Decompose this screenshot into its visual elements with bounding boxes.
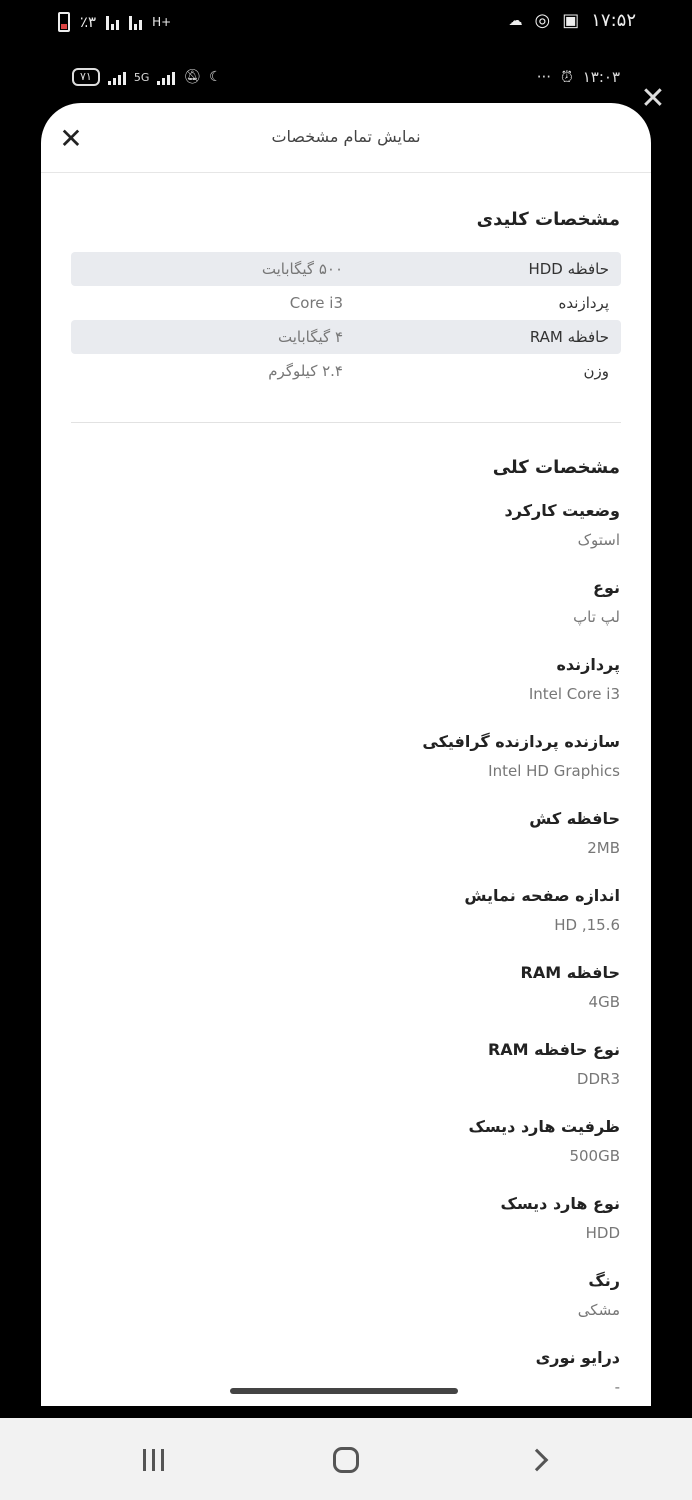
spec-item: نوع حافظه RAM DDR3 [41,1035,620,1112]
key-spec-row: حافظه HDD ۵۰۰ گیگابایت [71,252,621,286]
general-specs-title: مشخصات کلی [492,457,620,478]
spec-label: سازنده پردازنده گرافیکی [422,732,620,751]
spec-item: نوع هارد دیسک HDD [41,1189,620,1266]
spec-value: استوک [577,531,620,549]
spec-label: حافظه RAM [520,963,621,982]
spec-label: پردازنده [556,655,620,674]
inner-status-left: ۷۱ 5G 🔕︎ ☾ [72,68,222,86]
spec-label: درایو نوری [535,1348,620,1367]
spec-value: 4GB [588,993,620,1011]
inner-signal-icon-2 [157,69,176,85]
key-spec-value: ۲.۴ کیلوگرم [268,362,343,380]
gallery-icon: ▣ [562,10,580,31]
sheet-title: نمایش تمام مشخصات [271,127,421,146]
spec-label: نوع حافظه RAM [487,1040,620,1059]
spec-item: سازنده پردازنده گرافیکی Intel HD Graphic… [41,727,620,804]
spec-label: اندازه صفحه نمایش [464,886,620,905]
key-spec-label: پردازنده [558,294,609,312]
key-spec-value: ۵۰۰ گیگابایت [261,260,343,278]
key-specs-title: مشخصات کلیدی [476,209,620,230]
spec-label: ظرفیت هارد دیسک [468,1117,620,1136]
spec-value: مشکی [577,1301,620,1319]
navigation-bar [0,1418,692,1500]
sync-icon: ◎ [534,10,551,31]
close-icon[interactable]: ✕ [55,123,87,155]
alarm-icon: ⏰︎ [561,68,573,86]
specs-sheet: نمایش تمام مشخصات ✕ مشخصات کلیدی حافظه H… [41,103,651,1406]
spec-label: نوع هارد دیسک [500,1194,620,1213]
spec-item: رنگ مشکی [41,1266,620,1343]
spec-item: ظرفیت هارد دیسک 500GB [41,1112,620,1189]
cloud-icon: ☁ [508,12,523,29]
spec-label: وضعیت کارکرد [504,501,620,520]
spec-item: وضعیت کارکرد استوک [41,496,620,573]
spec-value: Intel Core i3 [528,685,620,703]
key-spec-value: ۴ گیگابایت [277,328,343,346]
spec-label: حافظه کش [529,809,620,828]
inner-battery-icon: ۷۱ [72,68,100,86]
battery-icon [58,12,70,32]
spec-item: حافظه RAM 4GB [41,958,621,1035]
mute-bell-icon: 🔕︎ [183,69,202,85]
inner-time: ۱۳:۰۳ [582,68,620,86]
signal-icon [106,14,120,30]
inner-status-right: ··· ⏰︎ ۱۳:۰۳ [537,68,620,86]
spec-item: نوع لپ تاپ [41,573,620,650]
key-spec-label: وزن [583,362,609,380]
status-right-group: ☁ ◎ ▣ ۱۷:۵۲ [509,10,636,31]
status-time: ۱۷:۵۲ [591,10,636,31]
spec-value: Intel HD Graphics [488,762,620,780]
spec-label: نوع [593,578,620,597]
spec-value: HD ,15.6 [554,916,620,934]
inner-signal-icon [107,69,126,85]
network-type: H+ [152,15,172,29]
inner-5g-label: 5G [133,70,150,84]
recent-apps-button[interactable] [133,1442,173,1478]
key-spec-row: پردازنده Core i3 [71,286,621,320]
inner-status-bar: ۷۱ 5G 🔕︎ ☾ ··· ⏰︎ ۱۳:۰۳ [0,62,692,96]
spec-value: DDR3 [576,1070,620,1088]
spec-value: 2MB [587,839,620,857]
key-spec-row: حافظه RAM ۴ گیگابایت [71,320,621,354]
spec-value: HDD [585,1224,620,1242]
moon-icon: ☾ [209,69,222,85]
back-icon [525,1448,549,1472]
more-dots: ··· [536,68,552,86]
key-spec-label: حافظه HDD [528,260,609,278]
spec-item: پردازنده Intel Core i3 [41,650,620,727]
home-button[interactable] [326,1442,366,1478]
back-button[interactable] [520,1442,560,1478]
key-spec-label: حافظه RAM [529,328,609,346]
spec-value: لپ تاپ [573,608,620,626]
battery-percent: ٪۳ [80,13,97,31]
status-left-group: ٪۳ H+ [58,12,171,32]
general-specs-list: وضعیت کارکرد استوک نوع لپ تاپ پردازنده I… [41,496,651,1406]
spec-item: درایو نوری - [41,1343,620,1406]
spec-value: - [614,1378,620,1396]
recent-apps-icon [142,1449,164,1471]
signal-icon-2 [129,14,143,30]
section-divider [71,422,621,423]
spec-item: حافظه کش 2MB [41,804,620,881]
spec-label: رنگ [588,1271,620,1290]
key-specs-table: حافظه HDD ۵۰۰ گیگابایت پردازنده Core i3 … [71,252,621,388]
spec-value: 500GB [569,1147,620,1165]
home-indicator[interactable] [230,1388,458,1394]
device-status-bar: ٪۳ H+ ☁ ◎ ▣ ۱۷:۵۲ [0,0,692,52]
sheet-header: نمایش تمام مشخصات ✕ [41,103,651,173]
spec-item: اندازه صفحه نمایش HD ,15.6 [41,881,620,958]
key-spec-value: Core i3 [289,294,343,312]
key-spec-row: وزن ۲.۴ کیلوگرم [71,354,621,388]
home-icon [333,1447,359,1473]
